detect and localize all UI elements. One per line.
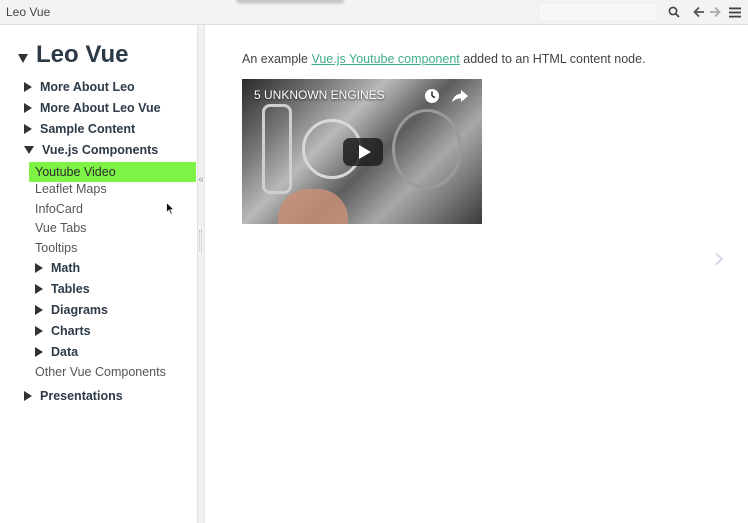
- pane-divider[interactable]: [197, 25, 205, 523]
- caret-right-icon: [35, 326, 43, 336]
- tree-item-label: More About Leo: [40, 80, 135, 94]
- arrow-left-icon[interactable]: [692, 3, 705, 21]
- tree-item-label: Youtube Video: [35, 165, 116, 179]
- tree-item-diagrams[interactable]: Diagrams: [35, 300, 108, 320]
- intro-text-after: added to an HTML content node.: [459, 52, 646, 66]
- tree-item-infocard[interactable]: InfoCard: [35, 199, 83, 219]
- tree-item-presentations[interactable]: Presentations: [24, 386, 123, 406]
- tree-item-data[interactable]: Data: [35, 342, 78, 362]
- arrow-right-icon[interactable]: [708, 3, 721, 21]
- tree-item-tooltips[interactable]: Tooltips: [35, 238, 77, 258]
- tree-item-label: Tooltips: [35, 241, 78, 255]
- caret-right-icon: [24, 391, 32, 401]
- caret-right-icon: [35, 263, 43, 273]
- drag-handle[interactable]: [236, 0, 344, 2]
- tree-item-vuejs-components[interactable]: Vue.js Components: [24, 140, 158, 160]
- tree-item-more-about-leo-vue[interactable]: More About Leo Vue: [24, 98, 161, 118]
- chevron-right-icon[interactable]: [714, 252, 724, 271]
- tree-item-label: Vue Tabs: [35, 221, 87, 235]
- clock-icon[interactable]: [424, 88, 440, 109]
- collapse-sidebar-icon[interactable]: «: [197, 174, 205, 186]
- tree-item-label: Charts: [51, 324, 91, 338]
- tree-item-label: Presentations: [40, 389, 123, 403]
- intro-text-before: An example: [242, 52, 312, 66]
- tree-item-more-about-leo[interactable]: More About Leo: [24, 77, 135, 97]
- search-input[interactable]: [538, 3, 658, 21]
- tree-item-label: More About Leo Vue: [40, 101, 161, 115]
- tree-root-label: Leo Vue: [36, 41, 129, 68]
- play-triangle: [358, 145, 371, 159]
- tree-item-tables[interactable]: Tables: [35, 279, 90, 299]
- tree-item-label: Diagrams: [51, 303, 108, 317]
- hamburger-menu-icon[interactable]: [728, 3, 742, 21]
- intro-text: An example Vue.js Youtube component adde…: [242, 52, 646, 66]
- resize-grip-icon[interactable]: [199, 230, 202, 252]
- tree-item-label: Other Vue Components: [35, 365, 166, 379]
- caret-right-icon: [35, 305, 43, 315]
- tree-root[interactable]: Leo Vue: [18, 40, 128, 70]
- play-icon[interactable]: [343, 138, 383, 166]
- caret-right-icon: [35, 284, 43, 294]
- tree-item-leaflet-maps[interactable]: Leaflet Maps: [35, 179, 107, 199]
- title-bar: Leo Vue: [0, 0, 748, 25]
- engine-part: [392, 109, 462, 189]
- tree-item-label: Math: [51, 261, 81, 275]
- tree-item-label: Leaflet Maps: [35, 182, 107, 196]
- tree-item-vue-tabs[interactable]: Vue Tabs: [35, 218, 86, 238]
- video-title[interactable]: 5 UNKNOWN ENGINES: [254, 88, 385, 102]
- app-title: Leo Vue: [6, 5, 51, 19]
- search-icon[interactable]: [667, 3, 681, 21]
- caret-right-icon: [24, 103, 32, 113]
- caret-down-icon: [24, 146, 34, 154]
- tree-item-charts[interactable]: Charts: [35, 321, 91, 341]
- share-icon[interactable]: [451, 88, 469, 109]
- tree-item-sample-content[interactable]: Sample Content: [24, 119, 135, 139]
- caret-right-icon: [24, 82, 32, 92]
- vue-youtube-link[interactable]: Vue.js Youtube component: [311, 52, 459, 66]
- tree-item-label: Sample Content: [40, 122, 136, 136]
- youtube-video-player[interactable]: 5 UNKNOWN ENGINES: [242, 79, 482, 224]
- tree-item-label: Data: [51, 345, 79, 359]
- tree-item-other-vue-components[interactable]: Other Vue Components: [35, 362, 166, 382]
- caret-down-icon: [18, 53, 28, 63]
- caret-right-icon: [24, 124, 32, 134]
- tree-item-label: InfoCard: [35, 202, 83, 216]
- hand-image: [278, 189, 348, 224]
- tree-item-math[interactable]: Math: [35, 258, 80, 278]
- engine-part: [262, 104, 292, 194]
- tree-item-label: Tables: [51, 282, 90, 296]
- mouse-cursor-icon: [166, 201, 176, 220]
- caret-right-icon: [35, 347, 43, 357]
- tree-item-label: Vue.js Components: [42, 143, 159, 157]
